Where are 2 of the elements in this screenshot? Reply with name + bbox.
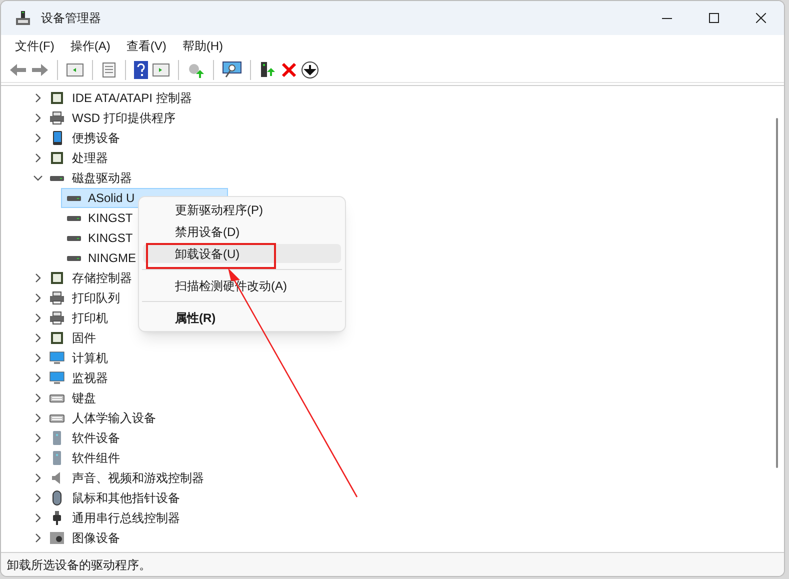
status-text: 卸载所选设备的驱动程序。 xyxy=(7,556,151,574)
window-title: 设备管理器 xyxy=(41,10,101,27)
